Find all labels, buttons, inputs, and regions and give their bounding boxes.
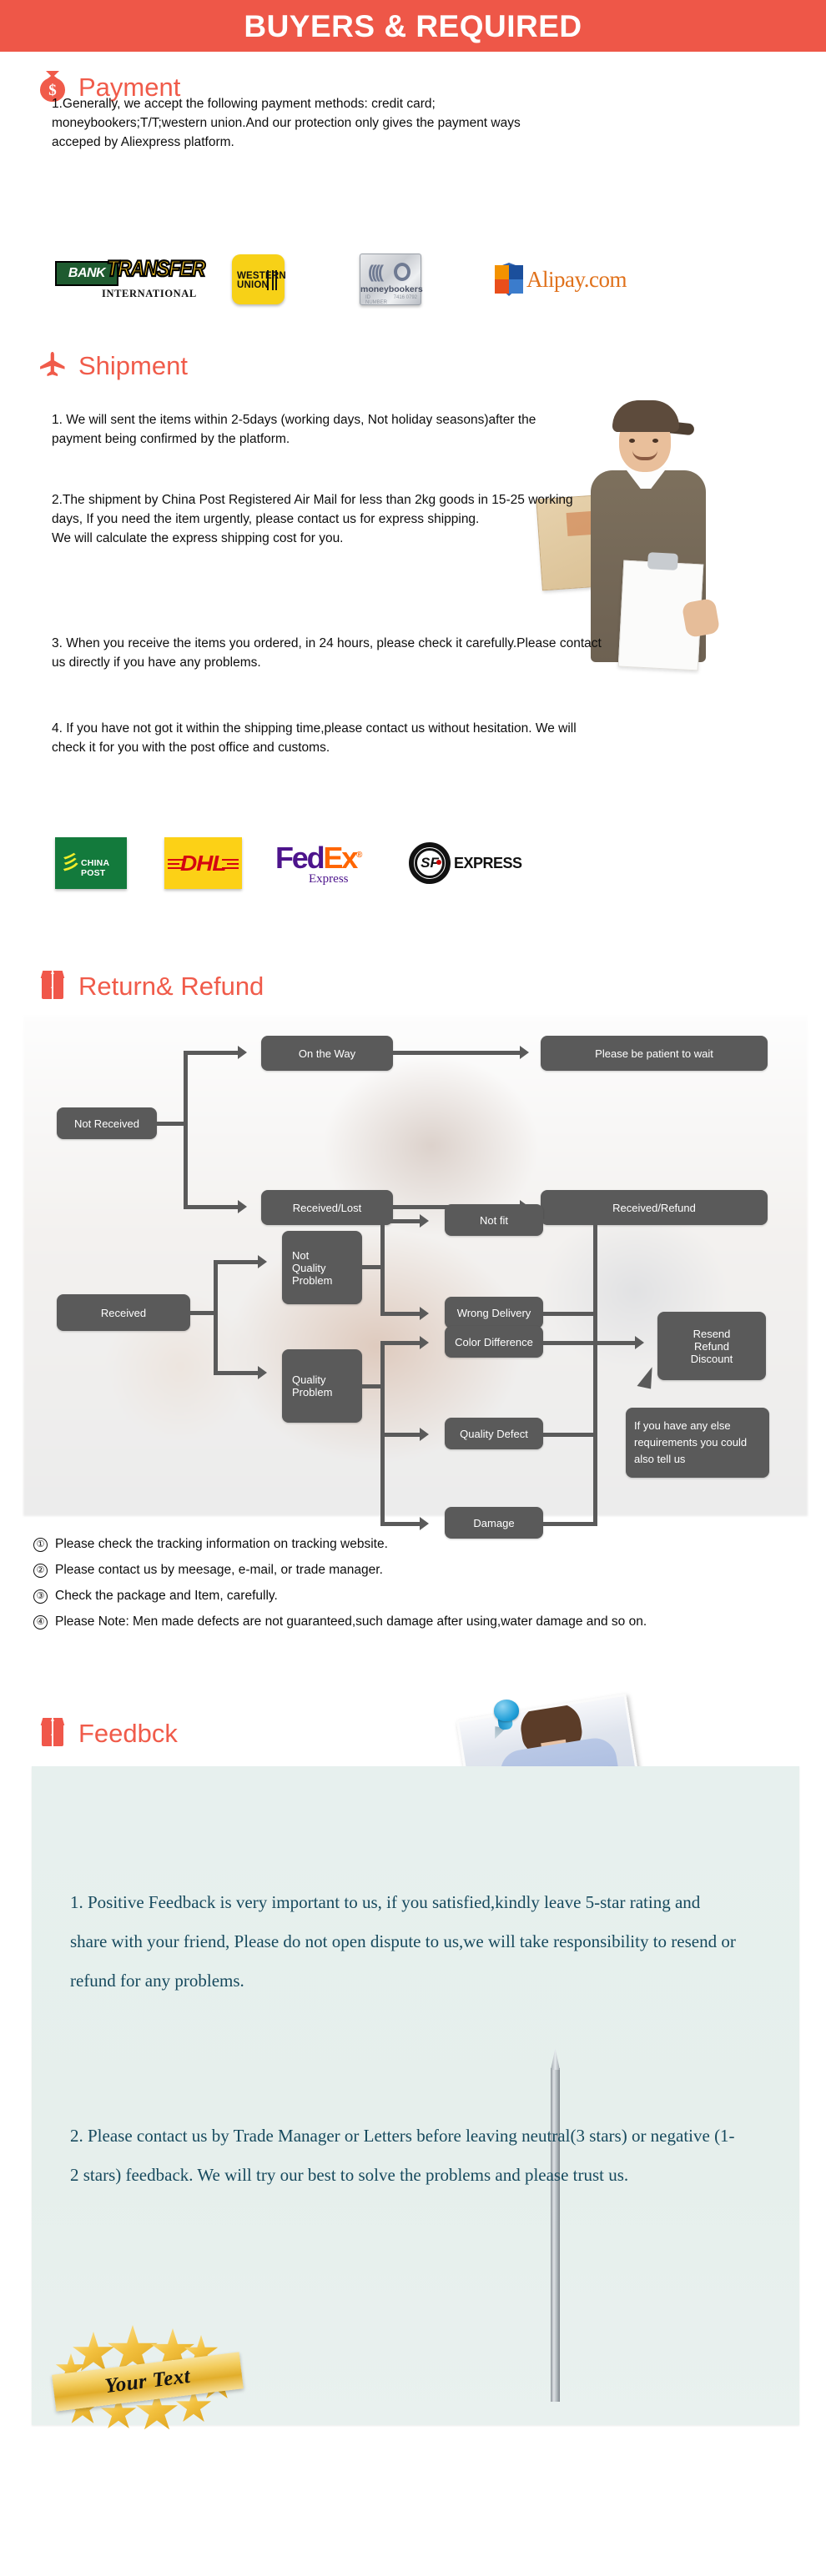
flow-node-resend-refund-discount: Resend Refund Discount [657,1312,766,1380]
feedback-section-heading: ↑ Feedbck [0,1716,178,1750]
fedex-label-fed: Fed [275,841,325,875]
return-refund-notes-list: ① Please check the tracking information … [33,1534,784,1632]
western-union-bars [267,270,277,290]
fedex-sublabel: Express [309,872,349,886]
feedback-heading-label: Feedbck [78,1718,178,1748]
shipment-paragraph-1: 1. We will sent the items within 2-5days… [52,413,536,446]
gold-stars-badge: Your Text [52,2325,244,2433]
return-refund-flowchart: Not Received On the Way Please be patien… [23,1016,808,1539]
china-post-logo: 彡 CHINA POST [55,837,127,889]
alipay-label: Alipay.com [526,266,627,292]
flow-node-color-difference: Color Difference [445,1326,543,1358]
feedback-paragraph-1: 1. Positive Feedback is very important t… [70,1892,736,1991]
china-post-mark-icon: 彡 [61,852,80,873]
sf-express-sublabel: EXPRESS [454,855,522,871]
dhl-label: DHL [180,850,227,876]
sf-express-logo: SF EXPRESS [409,837,522,889]
list-item-text: Please check the tracking information on… [55,1537,388,1551]
feedback-paragraph-2: 2. Please contact us by Trade Manager or… [70,2126,735,2185]
shipment-section-heading: Shipment [0,349,188,382]
bank-transfer-word3: INTERNATIONAL [102,288,197,299]
flow-node-please-wait: Please be patient to wait [541,1036,768,1071]
shipment-paragraph-2: 2.The shipment by China Post Registered … [52,493,573,545]
box-icon: ↑ [37,969,68,1002]
fedex-label-ex: Ex [323,841,358,875]
list-item-number: ③ [33,1589,48,1604]
flow-node-quality-defect: Quality Defect [445,1418,543,1449]
shipping-carrier-logo-row: 彡 CHINA POST DHL FedEx® Express SF EXPRE… [55,837,789,889]
list-item-text: Please contact us by meesage, e-mail, or… [55,1563,383,1577]
western-union-word2: UNION [237,280,269,290]
moneybookers-fine-right: 7416 0792 [393,295,418,300]
list-item: ② Please contact us by meesage, e-mail, … [33,1560,784,1580]
box-icon: ↑ [37,1716,68,1750]
flow-node-received: Received [57,1294,190,1331]
seller-policy-page: BUYERS & REQUIRED $ Payment 1.Generally,… [0,0,826,2576]
bank-transfer-logo: BANK TRANSFER INTERNATIONAL [55,255,206,301]
flow-node-not-quality-problem: Not Quality Problem [282,1231,362,1304]
pushpin-icon [489,1700,522,1740]
alipay-shield-icon [495,263,523,296]
list-item-number: ④ [33,1615,48,1629]
list-item-number: ② [33,1564,48,1578]
list-item: ① Please check the tracking information … [33,1534,784,1554]
payment-paragraph-1: 1.Generally, we accept the following pay… [52,97,521,149]
western-union-logo: WESTERN UNION [232,254,286,304]
flow-node-callout: If you have any else requirements you co… [626,1408,769,1478]
sf-express-mark-label: SF [421,855,439,871]
page-title: BUYERS & REQUIRED [244,8,582,43]
dhl-logo: DHL [164,837,242,889]
page-banner: BUYERS & REQUIRED [0,0,826,52]
list-item: ③ Check the package and Item, carefully. [33,1586,784,1606]
moneybookers-logo: (((( moneybookers ID NUMBER 7416 0792 [360,254,423,305]
list-item-number: ① [33,1538,48,1552]
moneybookers-ring-icon [394,263,410,281]
moneybookers-label: moneybookers [360,284,423,294]
fedex-logo: FedEx® Express [275,837,375,889]
list-item-text: Check the package and Item, carefully. [55,1589,278,1603]
delivery-man-photo [536,390,826,874]
badge-ribbon: Your Text [52,2352,244,2412]
flow-node-not-fit: Not fit [445,1204,543,1236]
fedex-registered-icon: ® [356,851,362,860]
flow-node-quality-problem: Quality Problem [282,1349,362,1423]
payment-logo-row: BANK TRANSFER INTERNATIONAL WESTERN UNIO… [55,254,773,305]
china-post-label: CHINA POST [81,858,109,878]
bank-transfer-word2: TRANSFER [106,255,206,282]
flow-node-on-the-way: On the Way [261,1036,393,1071]
list-item: ④ Please Note: Men made defects are not … [33,1612,784,1632]
flow-node-received-lost: Received/Lost [261,1190,393,1225]
shipment-heading-label: Shipment [78,350,188,380]
badge-ribbon-label: Your Text [103,2364,192,2398]
airplane-icon [37,349,68,382]
alipay-logo: Alipay.com [495,263,627,296]
return-refund-heading-label: Return& Refund [78,971,264,1001]
shipment-paragraph-3: 3. When you receive the items you ordere… [52,636,602,670]
shipment-paragraph-4: 4. If you have not got it within the shi… [52,721,577,755]
return-refund-section-heading: ↑ Return& Refund [0,969,264,1002]
flow-node-wrong-delivery: Wrong Delivery [445,1297,543,1328]
list-item-text: Please Note: Men made defects are not gu… [55,1614,647,1629]
moneybookers-arcs-icon: (((( [368,263,384,282]
moneybookers-fine-left: ID NUMBER [365,295,388,305]
flow-node-not-received: Not Received [57,1107,157,1139]
moneybookers-fineprint: ID NUMBER 7416 0792 [365,295,417,305]
